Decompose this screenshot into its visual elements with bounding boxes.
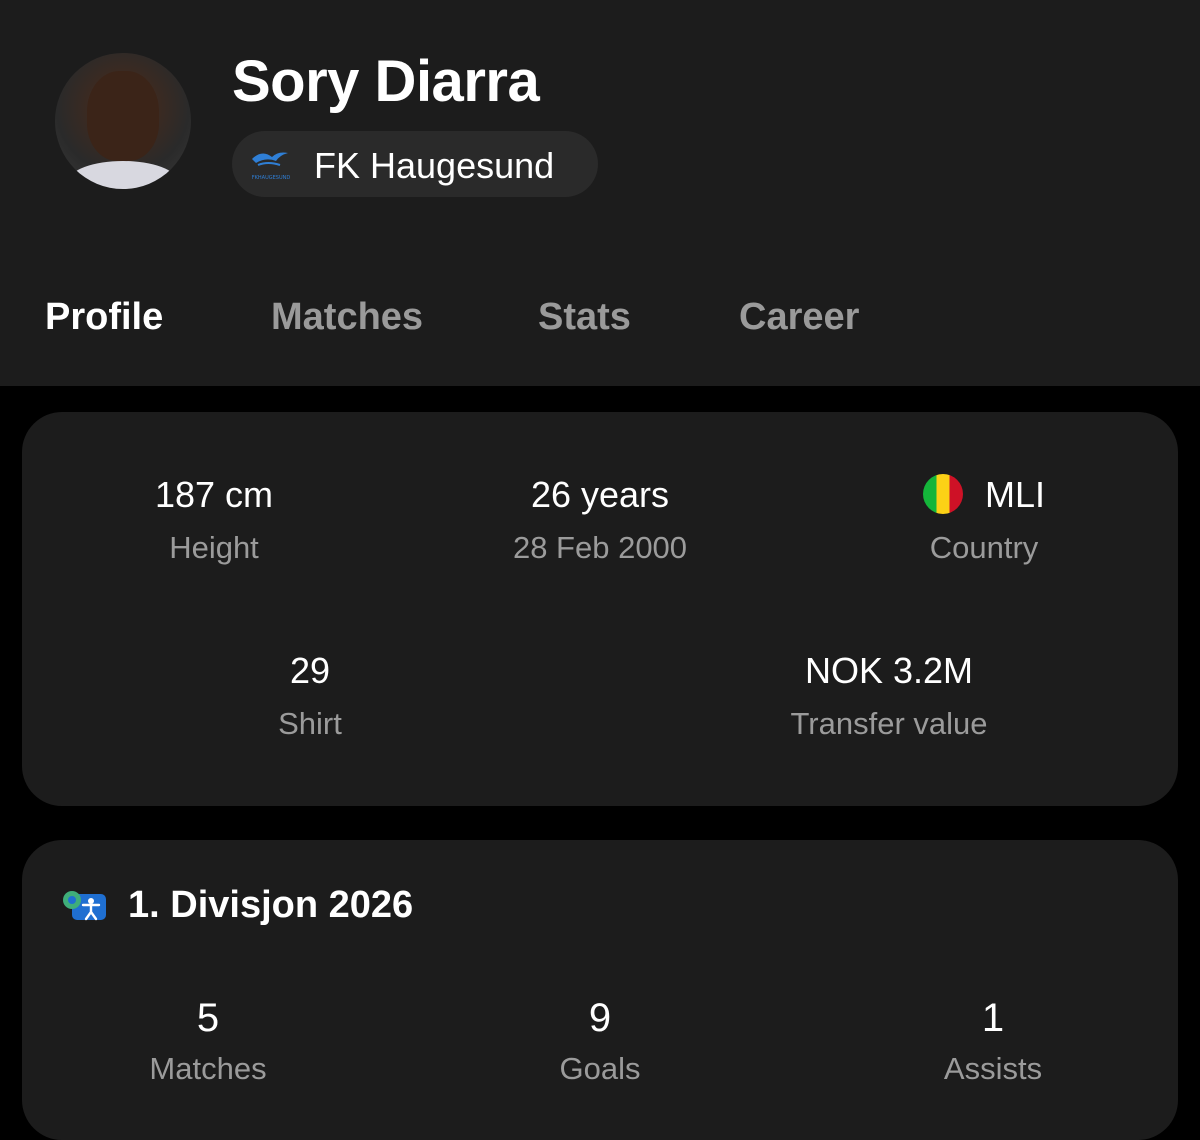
season-matches-value: 5: [196, 996, 220, 1040]
league-icon: [63, 891, 106, 921]
shirt-value: 29: [289, 650, 331, 691]
country-value: MLI: [984, 474, 1045, 515]
height-label: Height: [169, 530, 259, 565]
transfer-value-stat: NOK 3.2M Transfer value: [709, 650, 1069, 742]
player-name: Sory Diarra: [232, 49, 540, 114]
club-name: FK Haugesund: [314, 145, 555, 186]
age-value: 26 years: [530, 474, 670, 515]
player-avatar: [55, 53, 191, 189]
age-stat: 26 years 28 Feb 2000: [420, 474, 780, 566]
season-goals-stat: 9 Goals: [450, 996, 750, 1087]
season-goals-value: 9: [588, 996, 612, 1040]
tab-career[interactable]: Career: [739, 296, 859, 339]
shirt-label: Shirt: [278, 706, 342, 741]
club-chip[interactable]: FKHAUGESUND FK Haugesund: [232, 131, 598, 197]
mali-flag-icon: [922, 474, 963, 514]
transfer-value: NOK 3.2M: [804, 650, 974, 691]
league-stats-card[interactable]: 1. Divisjon 2026 5 Matches 9 Goals 1 Ass…: [22, 840, 1178, 1140]
birthdate-label: 28 Feb 2000: [512, 530, 688, 565]
height-value: 187 cm: [154, 474, 274, 515]
season-assists-label: Assists: [943, 1051, 1043, 1086]
player-header: Sory Diarra FKHAUGESUND FK Haugesund Pro…: [0, 0, 1200, 386]
season-matches-label: Matches: [149, 1051, 267, 1086]
season-assists-stat: 1 Assists: [843, 996, 1143, 1087]
shirt-stat: 29 Shirt: [130, 650, 490, 742]
league-title: 1. Divisjon 2026: [128, 884, 414, 926]
transfer-value-label: Transfer value: [790, 706, 988, 741]
season-goals-label: Goals: [559, 1051, 641, 1086]
country-label: Country: [929, 530, 1039, 565]
avatar-face: [87, 71, 159, 161]
tab-stats[interactable]: Stats: [538, 296, 631, 339]
height-stat: 187 cm Height: [34, 474, 394, 566]
tab-matches[interactable]: Matches: [271, 296, 423, 339]
season-matches-stat: 5 Matches: [58, 996, 358, 1087]
avatar-shirt: [69, 161, 177, 189]
club-logo-icon: FKHAUGESUND: [252, 152, 291, 181]
club-logo-wordmark: FKHAUGESUND: [252, 175, 291, 181]
country-stat: MLI Country: [804, 474, 1164, 566]
season-assists-value: 1: [981, 996, 1005, 1040]
player-info-card: 187 cm Height 26 years 28 Feb 2000 MLI C…: [22, 412, 1178, 806]
tab-profile[interactable]: Profile: [45, 296, 163, 339]
